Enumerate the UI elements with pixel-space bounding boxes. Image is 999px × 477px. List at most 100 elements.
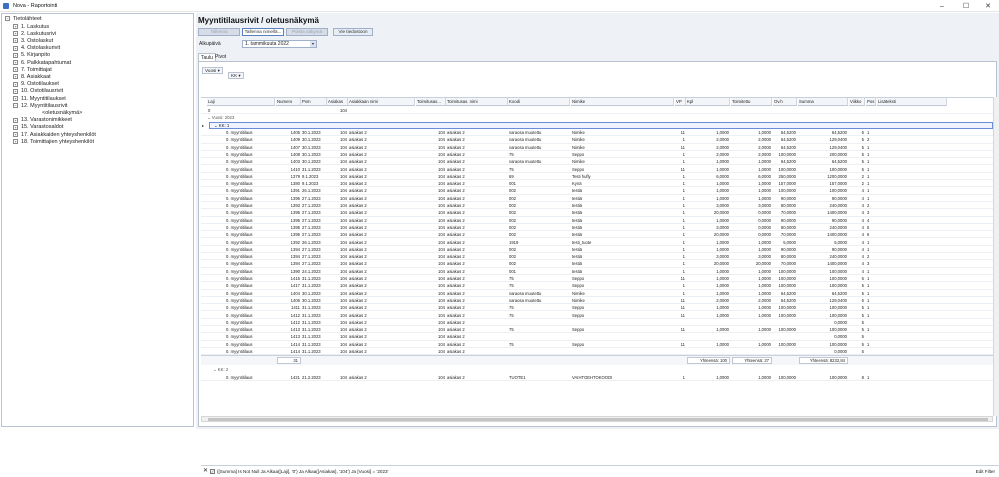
column-header[interactable]: Viikko [849,98,865,106]
table-row[interactable]: 0. myyntitilaus 1395 27.1.2023 104 asiakas 2… [201,231,993,239]
table-row[interactable]: 0. myyntitilaus 1404 30.1.2023 104 asiakas 2… [201,290,993,297]
tree-item[interactable]: −12. Myyntitilausrivit [13,103,67,109]
filter-cell-laji[interactable]: 0 [207,107,247,114]
table-row[interactable]: 0. myyntitilaus 1394 27.1.2023 104 asiakas 2… [201,260,993,268]
column-header[interactable]: Ov.h [773,98,797,106]
expand-icon[interactable]: + [13,38,18,44]
table-row[interactable]: 0. myyntitilaus 1403 30.1.2023 104 asiakas 2… [201,158,993,166]
expand-icon[interactable]: − [13,103,18,109]
tree-root[interactable]: − Tietolähteet [5,16,42,22]
clear-filter-icon[interactable]: ✕ [203,466,208,477]
table-row[interactable]: 0. myyntitilaus 1409 30.1.2023 104 asiakas 2… [201,136,993,144]
tree-item[interactable]: +3. Ostolaskut [13,38,53,44]
save-as-button[interactable]: Tallenna nimellä... [242,28,284,36]
table-row[interactable]: 0. myyntitilaus 1392 26.1.2023 104 asiakas 2… [201,239,993,246]
calendar-icon[interactable]: ▾ [310,41,316,47]
table-row[interactable]: 0. myyntitilaus 1421 21.2.2023 104 asiakas 2… [201,374,993,381]
vertical-scrollbar[interactable] [993,97,998,416]
tree-item[interactable]: +9. Ostotilaukset [13,81,59,87]
tab-pivot[interactable]: Pivot [213,53,228,61]
table-row[interactable]: 0. myyntitilaus 1412 31.1.2023 104 asiakas 2… [201,319,993,327]
table-row[interactable]: 0. myyntitilaus 1391 26.1.2023 104 asiakas 2… [201,187,993,195]
data-grid[interactable]: Laji Numero Pvm Asiakas Asiakkaan nimi Toimit… [201,97,993,407]
table-row[interactable]: 0. myyntitilaus 1414 31.1.2023 104 asiakas 2… [201,341,993,348]
filter-cell-asiakas[interactable]: 104 [327,107,348,114]
expand-icon[interactable]: + [13,24,18,29]
column-header[interactable]: Kpl [686,98,730,106]
tree-item[interactable]: +10. Ostotilausrivit [13,88,63,94]
table-row[interactable]: 0. myyntitilaus 1411 31.1.2023 104 asiakas 2… [201,304,993,312]
tree-item[interactable]: +6. Palkkatapahtumat [13,60,71,66]
table-row[interactable]: 0. myyntitilaus 1393 27.1.2023 104 asiakas 2… [201,202,993,210]
table-row[interactable]: 0. myyntitilaus 1406 30.1.2023 104 asiakas 2… [201,297,993,305]
minimize-button[interactable]: – [931,0,953,12]
table-row[interactable]: 0. myyntitilaus 1407 30.1.2023 104 asiakas 2… [201,144,993,151]
column-header[interactable]: Laji [207,98,275,106]
column-header[interactable]: Numero [276,98,301,106]
column-header[interactable]: Lisäteksti [877,98,947,106]
expand-icon[interactable]: + [13,31,18,37]
expand-icon[interactable]: + [13,52,18,58]
table-row[interactable]: 0. myyntitilaus 1395 27.1.2023 104 asiakas 2… [201,224,993,232]
table-row[interactable]: 0. myyntitilaus 1380 9.1.2023 104 asiakas 21… [201,180,993,188]
table-row[interactable]: 0. myyntitilaus 1379 9.1.2023 104 asiakas 21… [201,173,993,181]
table-row[interactable]: 0. myyntitilaus 1414 31.1.2023 104 asiakas 2… [201,348,993,356]
table-row[interactable]: 0. myyntitilaus 1413 31.1.2023 104 asiakas 2… [201,326,993,334]
expand-icon[interactable]: + [13,139,18,145]
tree-item[interactable]: +1. Laskutus [13,24,49,30]
column-header[interactable]: Pos [866,98,876,106]
table-row[interactable]: 0. myyntitilaus 1417 31.1.2023 104 asiakas 2… [201,282,993,290]
column-header[interactable]: Nimike [571,98,674,106]
expand-icon[interactable]: + [13,67,18,73]
export-button[interactable]: Vie tiedostoon [333,28,373,36]
tree-item[interactable]: +13. Varastonimikkeet [13,117,72,123]
group-row-month-1[interactable]: ⌄ KK: 1 [209,121,993,129]
group-year-dropdown[interactable]: Vuosi ▾ [202,67,223,74]
close-button[interactable]: ✕ [977,0,999,12]
table-row[interactable]: 0. myyntitilaus 1415 31.1.2023 104 asiakas 2… [201,275,993,283]
filter-enabled-checkbox[interactable]: ✓ [210,469,215,474]
tree-item[interactable]: +4. Ostolaskurivit [13,45,60,51]
column-header[interactable]: Toimitusas... [416,98,446,106]
expand-icon[interactable]: + [13,74,18,80]
table-row[interactable]: 0. myyntitilaus 1395 27.1.2023 104 asiakas 2… [201,217,993,224]
table-row[interactable]: 0. myyntitilaus 1413 31.1.2023 104 asiakas 2… [201,333,993,341]
tree-subitem-default-view[interactable]: <oletusnäkymä> [42,110,82,116]
column-header[interactable]: Toimitettu [731,98,772,106]
table-row[interactable]: 0. myyntitilaus 1410 31.1.2023 104 asiakas 2… [201,166,993,173]
table-row[interactable]: 0. myyntitilaus 1412 31.1.2023 104 asiakas 2… [201,312,993,319]
table-row[interactable]: 0. myyntitilaus 1395 27.1.2023 104 asiakas 2… [201,195,993,202]
column-header[interactable]: Summa [798,98,848,106]
edit-filter-link[interactable]: Edit Filter [976,466,995,477]
scroll-thumb[interactable] [208,418,988,421]
save-button[interactable]: Tallenna [198,28,240,36]
tree-item[interactable]: +18. Toimittajien yhteyshenkilöt [13,139,94,145]
table-row[interactable]: 0. myyntitilaus 1408 30.1.2023 104 asiakas 2… [201,151,993,159]
group-month-dropdown[interactable]: KK ▾ [228,72,244,79]
filter-row[interactable]: 0 104 [201,107,993,114]
tree-item[interactable]: +8. Asiakkaat [13,74,51,80]
expand-icon[interactable]: + [13,81,18,87]
start-date-input[interactable]: 1. tammikuuta 2022 ▾ [242,40,317,48]
tree-item[interactable]: +15. Varastosaldot [13,124,63,130]
tree-item[interactable]: +7. Toimittajat [13,67,52,73]
horizontal-scrollbar[interactable] [201,416,993,422]
tree-item[interactable]: +17. Asiakkaiden yhteyshenkilöt [13,132,96,138]
maximize-button[interactable]: ☐ [955,0,977,12]
tree-item[interactable]: +11. Myyntitilaukset [13,96,66,102]
table-row[interactable]: 0. myyntitilaus 1390 24.1.2023 104 asiakas 2… [201,268,993,275]
column-header[interactable]: Asiakkaan nimi [348,98,415,106]
delete-view-button[interactable]: Poista näkymä [286,28,328,36]
expand-icon[interactable]: + [13,96,18,101]
table-row[interactable]: 0. myyntitilaus 1394 27.1.2023 104 asiakas 2… [201,246,993,254]
expand-icon[interactable]: + [13,60,18,65]
expand-icon[interactable]: + [13,88,18,94]
table-row[interactable]: 0. myyntitilaus 1405 30.1.2023 104 asiakas 2… [201,129,993,137]
expand-icon[interactable]: + [13,132,18,137]
table-row[interactable]: 0. myyntitilaus 1394 27.1.2023 104 asiakas 2… [201,253,993,261]
group-row-year[interactable]: ⌄ Vuosi: 2023 [201,114,993,121]
expand-icon[interactable]: + [13,124,18,130]
column-header[interactable]: Koodi [508,98,570,106]
column-header[interactable]: Pvm [301,98,327,106]
tree-item[interactable]: +2. Laskutusrivi [13,31,56,37]
